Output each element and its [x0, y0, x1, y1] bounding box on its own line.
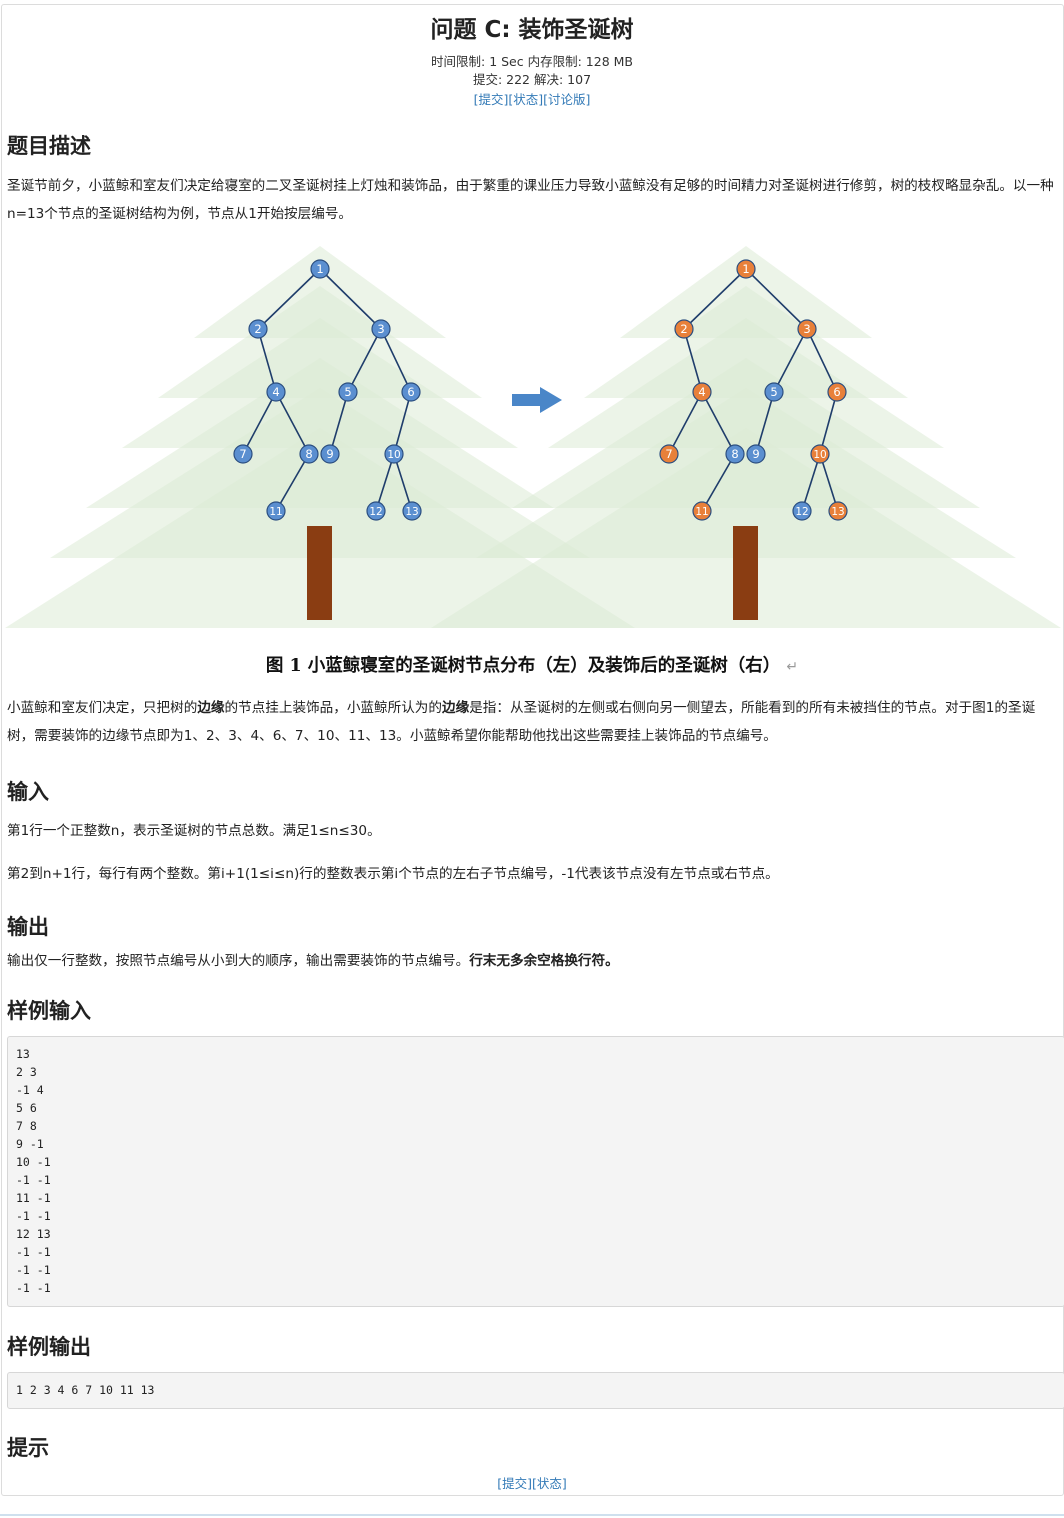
tree-node-label: 7 [665, 447, 672, 461]
rule-bold-2: 边缘 [442, 700, 470, 716]
tree-node-label: 6 [833, 385, 840, 399]
tree-node-label: 9 [326, 447, 333, 461]
tree-node-2: 2 [674, 319, 694, 339]
tree-node-label: 13 [405, 506, 418, 518]
tree-node-label: 7 [239, 447, 246, 461]
bottom-submit-link[interactable]: [提交] [497, 1476, 532, 1491]
rule-bold-1: 边缘 [197, 700, 225, 716]
input-line-1: 第1行一个正整数n，表示圣诞树的节点总数。满足1≤n≤30。 [7, 823, 381, 839]
tree-node-label: 12 [369, 506, 382, 518]
tree-node-13: 13 [402, 501, 422, 521]
christmas-tree-figure: 12 34 5 67 8 9 1011 12 13 12 34 5 67 8 9 1011 12 13 [5, 246, 1061, 628]
tree-node-3: 3 [371, 319, 391, 339]
tree-node-label: 10 [813, 449, 826, 461]
tree-node-5: 5 [764, 382, 784, 402]
tree-node-11: 11 [266, 501, 286, 521]
tree-node-label: 4 [698, 385, 705, 399]
tree-node-label: 3 [377, 322, 384, 336]
tree-node-label: 3 [803, 322, 810, 336]
tree-node-label: 6 [407, 385, 414, 399]
tree-node-label: 8 [305, 447, 312, 461]
tree-node-12: 12 [792, 501, 812, 521]
tree-node-6: 6 [827, 382, 847, 402]
tree-node-label: 5 [770, 385, 777, 399]
tree-trunk [307, 526, 332, 620]
rule-text-1: 小蓝鲸和室友们决定，只把树的 [7, 700, 198, 716]
tree-node-6: 6 [401, 382, 421, 402]
hint-heading: 提示 [7, 1436, 49, 1460]
figure-caption-text: 图 1 小蓝鲸寝室的圣诞树节点分布（左）及装饰后的圣诞树（右） [265, 656, 781, 676]
tree-node-12: 12 [366, 501, 386, 521]
bottom-links: [提交][状态] [0, 1473, 1064, 1492]
tree-node-10: 10 [384, 444, 404, 464]
tree-node-label: 13 [831, 506, 844, 518]
description-text: 圣诞节前夕，小蓝鲸和室友们决定给寝室的二叉圣诞树挂上灯烛和装饰品，由于繁重的课业… [7, 178, 1054, 222]
tree-node-1: 1 [736, 259, 756, 279]
tree-node-label: 4 [272, 385, 279, 399]
tree-node-4: 4 [266, 382, 286, 402]
status-link[interactable]: [状态] [508, 92, 543, 107]
bottom-status-link[interactable]: [状态] [532, 1476, 567, 1491]
description-heading: 题目描述 [7, 134, 91, 158]
input-line-2: 第2到n+1行，每行有两个整数。第i+1(1≤i≤n)行的整数表示第i个节点的左… [7, 866, 779, 882]
sample-input-block: 13 2 3 -1 4 5 6 7 8 9 -1 10 -1 -1 -1 11 … [7, 1036, 1064, 1307]
edge-rule-text: 小蓝鲸和室友们决定，只把树的边缘的节点挂上装饰品，小蓝鲸所认为的边缘是指：从圣诞… [7, 694, 1059, 750]
tree-node-label: 2 [254, 322, 261, 336]
rule-text-2: 的节点挂上装饰品，小蓝鲸所认为的 [224, 700, 443, 716]
tree-node-4: 4 [692, 382, 712, 402]
tree-node-7: 7 [233, 444, 253, 464]
output-heading: 输出 [7, 915, 49, 939]
output-text-bold: 行末无多余空格换行符。 [469, 953, 619, 969]
tree-trunk [733, 526, 758, 620]
discussion-link[interactable]: [讨论版] [543, 92, 590, 107]
tree-node-label: 12 [795, 506, 808, 518]
tree-node-label: 11 [269, 506, 282, 518]
sample-output-heading: 样例输出 [7, 1335, 91, 1359]
input-heading: 输入 [7, 780, 49, 804]
tree-node-label: 11 [695, 506, 708, 518]
tree-node-5: 5 [338, 382, 358, 402]
submission-stats: 提交: 222 解决: 107 [472, 72, 592, 87]
tree-node-9: 9 [320, 444, 340, 464]
problem-limits: 时间限制: 1 Sec 内存限制: 128 MB 提交: 222 解决: 107 [0, 53, 1064, 89]
sample-input-heading: 样例输入 [7, 999, 91, 1023]
tree-node-label: 9 [752, 447, 759, 461]
tree-node-label: 1 [316, 262, 323, 276]
page-bottom-border [0, 1514, 1064, 1516]
submit-link[interactable]: [提交] [474, 92, 509, 107]
tree-node-label: 10 [387, 449, 400, 461]
tree-node-10: 10 [810, 444, 830, 464]
tree-node-11: 11 [692, 501, 712, 521]
tree-node-9: 9 [746, 444, 766, 464]
tree-node-13: 13 [828, 501, 848, 521]
figure-caption: 图 1 小蓝鲸寝室的圣诞树节点分布（左）及装饰后的圣诞树（右） ↵ [0, 652, 1064, 677]
tree-node-label: 2 [680, 322, 687, 336]
output-text-main: 输出仅一行整数，按照节点编号从小到大的顺序，输出需要装饰的节点编号。 [7, 953, 470, 969]
tree-node-1: 1 [310, 259, 330, 279]
top-links: [提交][状态][讨论版] [0, 89, 1064, 108]
tree-node-8: 8 [299, 444, 319, 464]
output-text: 输出仅一行整数，按照节点编号从小到大的顺序，输出需要装饰的节点编号。行末无多余空… [7, 947, 1059, 975]
sample-output-block: 1 2 3 4 6 7 10 11 13 [7, 1372, 1064, 1409]
problem-title: 问题 C: 装饰圣诞树 [430, 17, 634, 43]
time-memory-limit: 时间限制: 1 Sec 内存限制: 128 MB [431, 54, 633, 69]
tree-node-label: 1 [742, 262, 749, 276]
return-mark: ↵ [786, 659, 799, 675]
tree-node-2: 2 [248, 319, 268, 339]
tree-node-7: 7 [659, 444, 679, 464]
right-arrow-icon [512, 387, 562, 413]
tree-node-label: 5 [344, 385, 351, 399]
tree-node-3: 3 [797, 319, 817, 339]
right-tree: 12 34 5 67 8 9 1011 12 13 [431, 246, 1061, 628]
tree-node-label: 8 [731, 447, 738, 461]
tree-node-8: 8 [725, 444, 745, 464]
